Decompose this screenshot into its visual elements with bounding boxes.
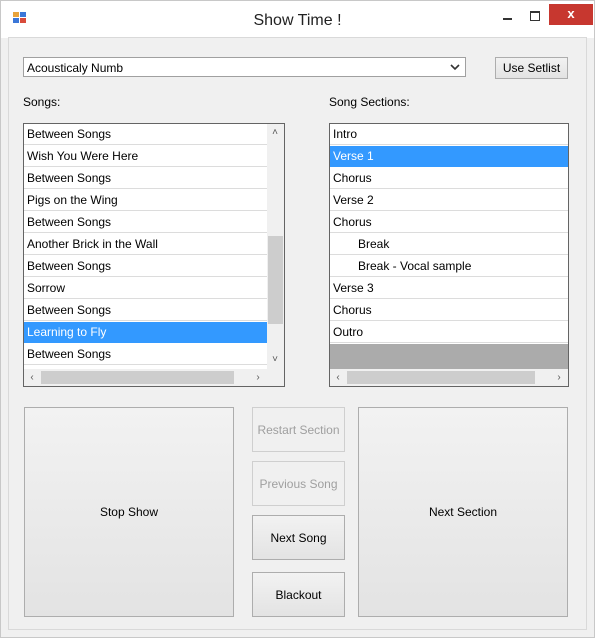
songs-vertical-scrollbar[interactable]: ˄ ˅ — [267, 124, 284, 369]
chevron-left-icon[interactable]: ‹ — [25, 371, 39, 385]
song-sections-listbox[interactable]: ‹ › Intro Verse 1 Chorus Verse 2 Chorus Break… — [329, 123, 569, 387]
section-list-item[interactable]: Verse 3 — [330, 278, 568, 299]
maximize-button[interactable] — [521, 5, 549, 25]
maximize-icon — [530, 11, 540, 21]
song-list-item[interactable]: Between Songs — [24, 300, 267, 321]
songs-scroll-thumb[interactable] — [268, 236, 283, 324]
section-list-item[interactable]: Outro — [330, 322, 568, 343]
song-list-item[interactable]: Learning to Fly — [24, 322, 267, 343]
title-bar[interactable]: Show Time ! x — [1, 1, 594, 38]
chevron-left-icon[interactable]: ‹ — [331, 371, 345, 385]
chevron-right-icon[interactable]: › — [251, 371, 265, 385]
chevron-down-icon[interactable]: ˅ — [268, 353, 282, 367]
setlist-dropdown[interactable]: Acousticaly Numb — [23, 57, 466, 77]
songs-hscroll-thumb[interactable] — [41, 371, 234, 384]
song-list-item[interactable]: Pigs on the Wing — [24, 190, 267, 211]
next-song-button[interactable]: Next Song — [252, 515, 345, 560]
song-list-item[interactable]: Wish You Were Here — [24, 146, 267, 167]
section-list-item[interactable]: Verse 1 — [330, 146, 568, 167]
chevron-down-icon[interactable] — [447, 59, 463, 75]
minimize-icon — [503, 18, 512, 20]
song-list-item[interactable]: Between Songs — [24, 124, 267, 145]
section-list-item[interactable]: Chorus — [330, 168, 568, 189]
next-section-button[interactable]: Next Section — [358, 407, 568, 617]
previous-song-button[interactable]: Previous Song — [252, 461, 345, 506]
sections-horizontal-scrollbar[interactable]: ‹ › — [330, 369, 568, 386]
close-button[interactable]: x — [549, 4, 593, 25]
song-list-item[interactable]: Between Songs — [24, 256, 267, 277]
songs-horizontal-scrollbar[interactable]: ‹ › — [24, 369, 267, 386]
section-list-item[interactable]: Break - Vocal sample — [330, 256, 568, 277]
sections-empty-area — [330, 344, 568, 369]
section-list-item[interactable]: Chorus — [330, 300, 568, 321]
song-list-item[interactable]: Between Songs — [24, 212, 267, 233]
songs-label: Songs: — [23, 95, 61, 109]
chevron-up-icon[interactable]: ˄ — [268, 126, 282, 140]
restart-section-button[interactable]: Restart Section — [252, 407, 345, 452]
songs-listbox[interactable]: ˄ ˅ ‹ › Between Songs Wish You Were Here B… — [23, 123, 285, 387]
section-list-item[interactable]: Verse 2 — [330, 190, 568, 211]
section-list-item[interactable]: Break — [330, 234, 568, 255]
section-list-item[interactable]: Chorus — [330, 212, 568, 233]
song-list-item[interactable]: Between Songs — [24, 344, 267, 365]
chevron-right-icon[interactable]: › — [552, 371, 566, 385]
section-list-item[interactable]: Intro — [330, 124, 568, 145]
song-list-item[interactable]: Another Brick in the Wall — [24, 234, 267, 255]
close-icon: x — [567, 6, 575, 21]
use-setlist-button[interactable]: Use Setlist — [495, 57, 568, 79]
scroll-corner — [267, 369, 284, 386]
song-list-item[interactable]: Between Songs — [24, 168, 267, 189]
song-list-item[interactable]: Sorrow — [24, 278, 267, 299]
setlist-selected-value: Acousticaly Numb — [27, 61, 124, 75]
blackout-button[interactable]: Blackout — [252, 572, 345, 617]
stop-show-button[interactable]: Stop Show — [24, 407, 234, 617]
sections-hscroll-thumb[interactable] — [347, 371, 535, 384]
minimize-button[interactable] — [493, 5, 521, 25]
song-sections-label: Song Sections: — [329, 95, 410, 109]
